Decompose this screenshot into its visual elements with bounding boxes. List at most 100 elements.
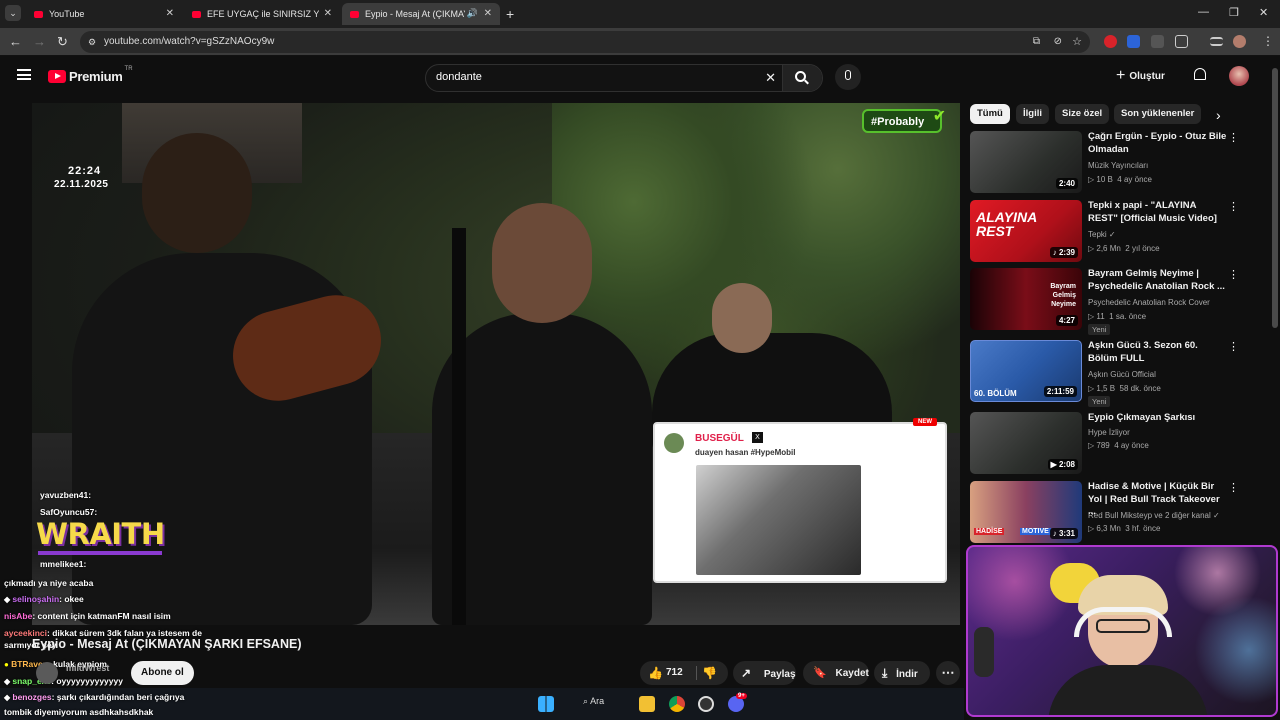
youtube-favicon-icon (350, 10, 359, 18)
new-tab-button[interactable]: + (506, 6, 514, 22)
extensions-puzzle-icon[interactable] (1175, 35, 1188, 48)
file-explorer-icon[interactable] (639, 696, 655, 712)
subscribe-button[interactable]: Abone ol (131, 661, 194, 685)
popup-text: duayen hasan #HypeMobil (695, 448, 796, 457)
forward-arrow-icon[interactable]: → (33, 34, 46, 49)
video-thumbnail[interactable]: 60. BÖLÜM 2:11:59 (970, 340, 1082, 402)
reload-icon[interactable]: ↻ (57, 34, 68, 50)
search-box[interactable]: dondante ✕ (425, 64, 823, 92)
taskbar-search[interactable]: ⌕ Ara (583, 696, 604, 707)
wraith-underline (38, 551, 162, 555)
channel-name[interactable]: Aşkın Gücü Official (1088, 370, 1156, 379)
more-options-icon[interactable]: ⋮ (1228, 340, 1239, 353)
channel-name[interactable]: Müzik Yayıncıları (1088, 161, 1148, 170)
recommendation-item[interactable]: ▶ 2:08 Eypio Çıkmayan Şarkısı Hype İzliy… (970, 412, 1250, 478)
close-tab-icon[interactable]: ✕ (324, 8, 332, 19)
chip-for-you[interactable]: Size özel (1055, 104, 1110, 124)
speaker-icon[interactable]: 🔊 (467, 8, 478, 19)
video-title[interactable]: Aşkın Gücü 3. Sezon 60. Bölüm FULL (1088, 340, 1228, 365)
save-button[interactable]: 🔖 Kaydet (803, 661, 869, 685)
hide-eye-icon[interactable]: ⊘ (1054, 31, 1062, 53)
install-app-icon[interactable]: ⧉ (1033, 31, 1040, 53)
close-window-icon[interactable]: ✕ (1259, 6, 1268, 19)
tab-youtube[interactable]: YouTube ✕ (26, 3, 182, 25)
account-avatar[interactable] (1229, 66, 1249, 86)
more-actions-button[interactable]: ⋯ (936, 661, 960, 685)
video-thumbnail[interactable]: Bayram Gelmiş Neyime 4:27 (970, 268, 1082, 330)
clear-search-icon[interactable]: ✕ (765, 70, 776, 86)
duration-badge: 4:27 (1055, 315, 1078, 326)
video-player[interactable]: 22:24 22.11.2025 #Probably ✔ NEW BUSEGÜL… (32, 103, 960, 625)
close-tab-icon[interactable]: ✕ (484, 8, 492, 19)
duration-badge: ♪ 3:31 (1049, 528, 1078, 539)
video-thumbnail[interactable]: ▶ 2:08 (970, 412, 1082, 474)
channel-name[interactable]: mildWrest (66, 663, 109, 673)
chip-all[interactable]: Tümü (970, 104, 1010, 124)
tab-list-dropdown-button[interactable]: ⌄ (5, 5, 21, 21)
recommendation-item[interactable]: Bayram Gelmiş Neyime 4:27 Bayram Gelmiş Ne… (970, 268, 1250, 335)
page-scrollbar[interactable] (1272, 68, 1278, 328)
chat-message: tombik diyemiyorum asdhkahsdkhak (4, 707, 154, 717)
tab-efe-uygac[interactable]: EFE UYGAÇ ile SINIRSIZ YEMEK ✕ (184, 3, 340, 25)
video-title[interactable]: Eypio Çıkmayan Şarkısı (1088, 412, 1228, 425)
chip-next-arrow-icon[interactable]: › (1216, 107, 1221, 123)
recommendation-item[interactable]: HADİSE MOTIVE ♪ 3:31 Hadise & Motive | K… (970, 481, 1250, 547)
bookmark-star-icon[interactable]: ☆ (1072, 31, 1082, 53)
overlay-date: 22.11.2025 (54, 179, 109, 190)
channel-name[interactable]: Psychedelic Anatolian Rock Cover (1088, 298, 1210, 307)
extension-dark-icon[interactable] (1151, 35, 1164, 48)
extension-blue-icon[interactable] (1127, 35, 1140, 48)
hamburger-menu-icon[interactable] (17, 69, 31, 80)
channel-avatar[interactable] (36, 662, 58, 684)
windows-start-icon[interactable] (538, 696, 554, 712)
recommendation-item[interactable]: 2:40 Çağrı Ergün - Eypio - Otuz Bile Olm… (970, 131, 1250, 197)
video-thumbnail[interactable]: 2:40 (970, 131, 1082, 193)
chip-related[interactable]: İlgili (1016, 104, 1049, 124)
restore-icon[interactable]: ❐ (1229, 6, 1239, 19)
search-button[interactable] (782, 65, 822, 91)
chrome-icon[interactable] (669, 696, 685, 712)
url-field[interactable]: ⚙ youtube.com/watch?v=gSZzNAOcy9w ⧉ ⊘ ☆ (80, 31, 1090, 53)
like-button[interactable]: 👍 712 (640, 661, 690, 685)
site-info-icon[interactable]: ⚙ (88, 31, 96, 53)
share-button[interactable]: ↗ Paylaş (733, 661, 796, 685)
video-title: Eypio - Mesaj At (ÇIKMAYAN ŞARKI EFSANE) (32, 637, 302, 651)
more-options-icon[interactable]: ⋮ (1228, 131, 1239, 144)
video-meta: ▷ 1,5 B 58 dk. önce (1088, 384, 1161, 393)
app-icon[interactable] (698, 696, 714, 712)
more-options-icon[interactable]: ⋮ (1228, 268, 1239, 281)
chat-message: çıkmadı ya niye acaba (4, 578, 94, 588)
share-label: Paylaş (763, 669, 796, 680)
extension-red-icon[interactable] (1104, 35, 1117, 48)
channel-name[interactable]: Tepki ✓ (1088, 230, 1116, 239)
reading-list-icon[interactable] (1210, 37, 1223, 46)
youtube-header: Premium TR dondante ✕ + Oluştur (0, 56, 1280, 100)
recommendation-item[interactable]: ALAYINA REST ♪ 2:39 Tepki x papi - "ALAYI… (970, 200, 1250, 266)
notifications-bell-icon[interactable] (1194, 68, 1206, 80)
youtube-logo[interactable]: Premium TR (48, 66, 133, 84)
video-title[interactable]: Çağrı Ergün - Eypio - Otuz Bile Olmadan (1088, 131, 1228, 156)
profile-avatar[interactable] (1233, 35, 1246, 48)
close-tab-icon[interactable]: ✕ (166, 8, 174, 19)
back-arrow-icon[interactable]: ← (9, 34, 22, 49)
search-input[interactable]: dondante (436, 71, 482, 83)
create-button[interactable]: + Oluştur (1116, 65, 1165, 87)
recommendation-item[interactable]: 60. BÖLÜM 2:11:59 Aşkın Gücü 3. Sezon 60… (970, 340, 1250, 407)
more-options-icon[interactable]: ⋮ (1228, 481, 1239, 494)
video-title[interactable]: Bayram Gelmiş Neyime | Psychedelic Anato… (1088, 268, 1228, 293)
video-title[interactable]: Tepki x papi - "ALAYINA REST" [Official … (1088, 200, 1228, 225)
video-thumbnail[interactable]: HADİSE MOTIVE ♪ 3:31 (970, 481, 1082, 543)
browser-menu-icon[interactable]: ⋮ (1262, 34, 1274, 48)
duration-badge: ▶ 2:08 (1047, 459, 1078, 470)
chip-recent[interactable]: Son yüklenenler (1114, 104, 1202, 124)
minimize-icon[interactable]: — (1198, 6, 1209, 18)
download-button[interactable]: ⤓ İndir (874, 661, 930, 685)
dislike-button[interactable]: 👎 (702, 661, 717, 685)
popup-image (696, 465, 861, 575)
tab-eypio-active[interactable]: Eypio - Mesaj At (ÇIKMAYAN 🔊 ✕ (342, 3, 500, 25)
channel-name[interactable]: Red Bull Mikstеyp ve 2 diğer kanal ✓ (1088, 511, 1220, 520)
video-thumbnail[interactable]: ALAYINA REST ♪ 2:39 (970, 200, 1082, 262)
channel-name[interactable]: Hype İzliyor (1088, 428, 1130, 437)
more-options-icon[interactable]: ⋮ (1228, 200, 1239, 213)
voice-search-button[interactable] (835, 64, 861, 90)
